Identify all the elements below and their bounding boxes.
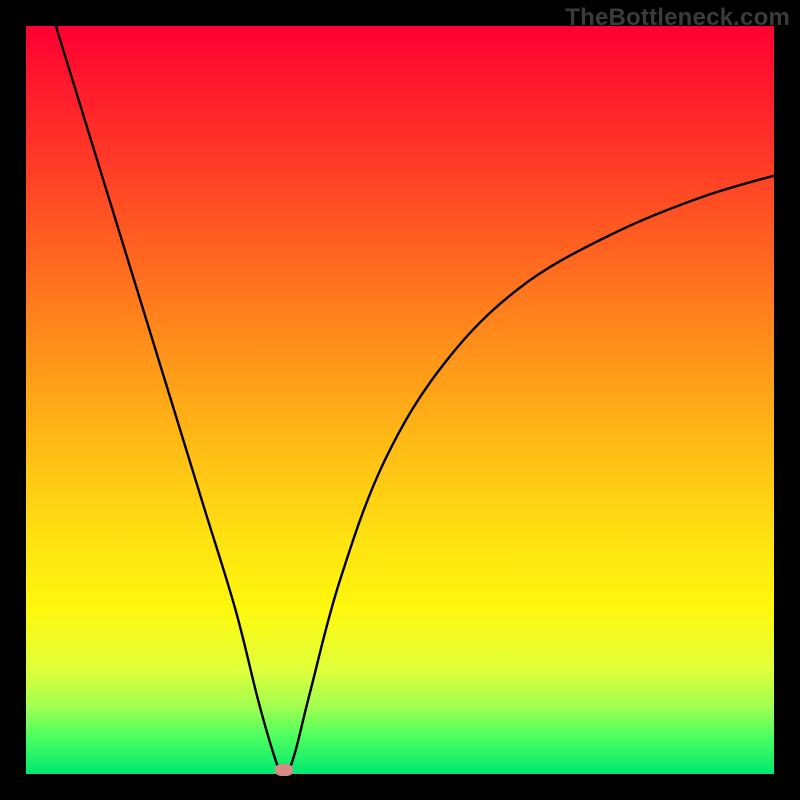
curve-minimum-marker bbox=[275, 764, 293, 776]
bottleneck-curve bbox=[26, 26, 774, 774]
plot-area bbox=[26, 26, 774, 774]
chart-frame: TheBottleneck.com bbox=[0, 0, 800, 800]
